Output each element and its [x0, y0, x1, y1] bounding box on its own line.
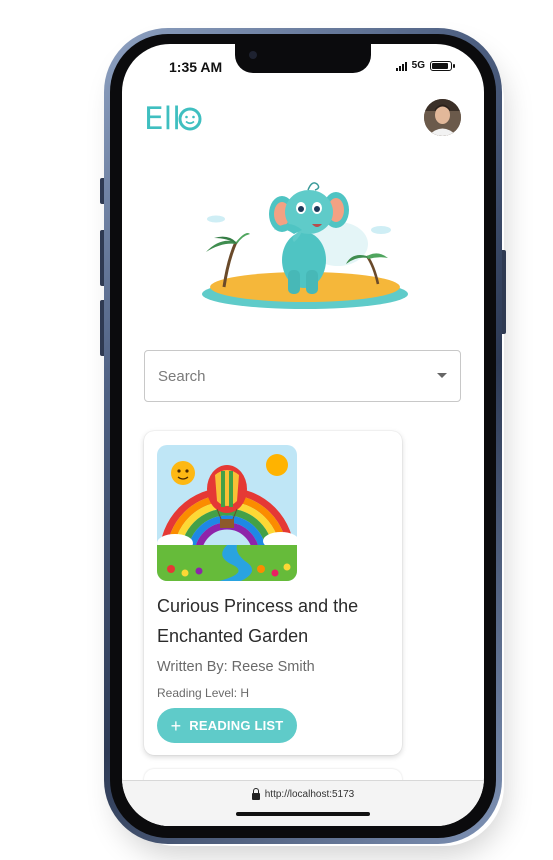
camera-icon [249, 51, 257, 59]
home-indicator[interactable] [236, 812, 370, 816]
plus-icon: + [170, 715, 182, 736]
status-time: 1:35 AM [169, 59, 223, 75]
url-display: http://localhost:5173 [122, 787, 484, 800]
phone-screen: 1:35 AM 5G Ell Search Curious Princess a… [122, 44, 484, 826]
search-select[interactable]: Search [144, 350, 461, 402]
battery-icon [430, 60, 455, 71]
search-placeholder: Search [158, 368, 206, 385]
book-cover-image[interactable] [157, 445, 297, 581]
book-author: Written By: Reese Smith [157, 659, 315, 675]
signal-icon [395, 61, 407, 71]
network-label: 5G [411, 60, 425, 71]
url-text: http://localhost:5173 [264, 789, 355, 800]
reading-list-label: READING LIST [189, 718, 284, 733]
user-avatar[interactable] [424, 99, 461, 136]
notch [235, 44, 371, 73]
ello-logo[interactable]: Ell [144, 99, 204, 140]
lock-icon [251, 787, 260, 800]
book-title: Curious Princess and the Enchanted Garde… [157, 596, 359, 646]
book-reading-level: Reading Level: H [157, 686, 250, 700]
status-icons: 5G [395, 60, 455, 71]
svg-text:Ell: Ell [144, 101, 181, 135]
book-card[interactable]: Curious Princess and the Enchanted Garde… [144, 431, 402, 755]
dropdown-caret-icon[interactable] [437, 373, 447, 378]
browser-url-bar[interactable]: http://localhost:5173 [122, 780, 484, 826]
elephant-illustration [202, 172, 412, 327]
add-to-reading-list-button[interactable]: + READING LIST [157, 708, 297, 743]
